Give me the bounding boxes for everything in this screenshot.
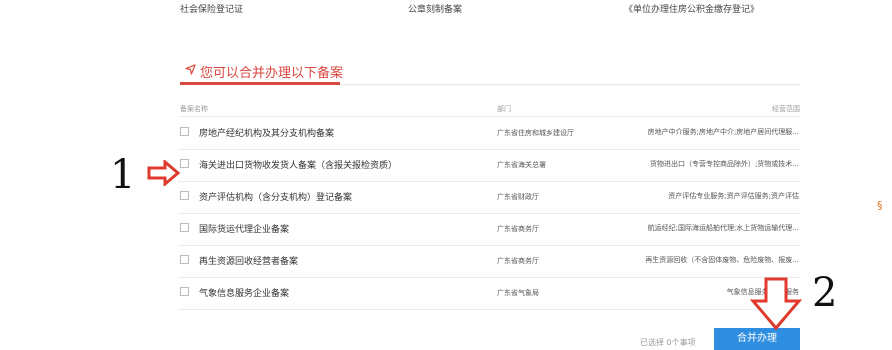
send-icon xyxy=(185,64,196,79)
row-scope: 货物进出口（专营专控商品除外）;货物或技术... xyxy=(649,160,799,168)
selected-count: 已选择 0个事项 xyxy=(640,338,696,347)
table-row[interactable]: 资产评估机构（含分支机构）登记备案 广东省财政厅 资产评估专业服务;资产评估服务… xyxy=(178,181,801,214)
row-checkbox[interactable] xyxy=(180,159,189,168)
row-name: 国际货运代理企业备案 xyxy=(199,225,290,235)
row-name: 气象信息服务企业备案 xyxy=(199,289,290,299)
table-row[interactable]: 气象信息服务企业备案 广东省气象局 气象信息服务;气象服务 xyxy=(178,277,801,310)
annotation-number-2: 2 xyxy=(812,270,838,316)
down-arrow-icon xyxy=(750,277,802,331)
row-name: 海关进出口货物收发货人备案（含报关报检资质） xyxy=(199,161,398,171)
row-checkbox[interactable] xyxy=(180,255,189,264)
row-scope: 航运经纪;国际海运船舶代理;水上货物运输代理... xyxy=(647,224,799,232)
header-scope: 经营范围 xyxy=(772,105,800,113)
row-dept: 广东省财政厅 xyxy=(497,193,539,201)
row-name: 再生资源回收经营者备案 xyxy=(199,257,299,267)
row-dept: 广东省海关总署 xyxy=(497,161,546,169)
row-checkbox[interactable] xyxy=(180,223,189,232)
section-title-text: 您可以合并办理以下备案 xyxy=(200,66,344,81)
row-name: 房地产经纪机构及其分支机构备案 xyxy=(199,129,335,139)
table-row[interactable]: 国际货运代理企业备案 广东省商务厅 航运经纪;国际海运船舶代理;水上货物运输代理… xyxy=(178,213,801,246)
table-row[interactable]: 房地产经纪机构及其分支机构备案 广东省住房和城乡建设厅 房地产中介服务;房地产中… xyxy=(178,117,801,150)
row-dept: 广东省住房和城乡建设厅 xyxy=(497,129,574,137)
row-scope: 房地产中介服务;房地产中介;房地产居间代理服... xyxy=(647,128,799,136)
top-item-social-insurance: 社会保险登记证 xyxy=(180,5,244,15)
row-checkbox[interactable] xyxy=(180,127,189,136)
row-checkbox[interactable] xyxy=(180,287,189,296)
top-item-housing-fund: 《单位办理住房公积金缴存登记》 xyxy=(624,5,760,15)
right-arrow-icon xyxy=(147,160,181,186)
row-dept: 广东省商务厅 xyxy=(497,257,539,265)
row-dept: 广东省气象局 xyxy=(497,289,539,297)
row-scope: 资产评估专业服务;资产评估服务;资产评估 xyxy=(668,192,799,200)
header-dept: 部门 xyxy=(497,105,511,113)
table-row[interactable]: 再生资源回收经营者备案 广东省商务厅 再生资源回收（不含固体废物、危险废物、报废… xyxy=(178,245,801,278)
row-dept: 广东省商务厅 xyxy=(497,225,539,233)
row-scope: 再生资源回收（不含固体废物、危险废物、报废... xyxy=(645,256,799,264)
top-item-seal-filing: 公章刻制备案 xyxy=(408,5,463,15)
row-checkbox[interactable] xyxy=(180,191,189,200)
table-row[interactable]: 海关进出口货物收发货人备案（含报关报检资质） 广东省海关总署 货物进出口（专营专… xyxy=(178,149,801,182)
side-widget-icon: § xyxy=(877,199,883,212)
merge-process-button[interactable]: 合并办理 xyxy=(714,328,800,350)
row-name: 资产评估机构（含分支机构）登记备案 xyxy=(199,193,353,203)
section-title: 您可以合并办理以下备案 xyxy=(185,62,343,81)
annotation-number-1: 1 xyxy=(110,152,136,198)
header-name: 备案名称 xyxy=(180,105,208,113)
title-underline xyxy=(180,82,340,85)
